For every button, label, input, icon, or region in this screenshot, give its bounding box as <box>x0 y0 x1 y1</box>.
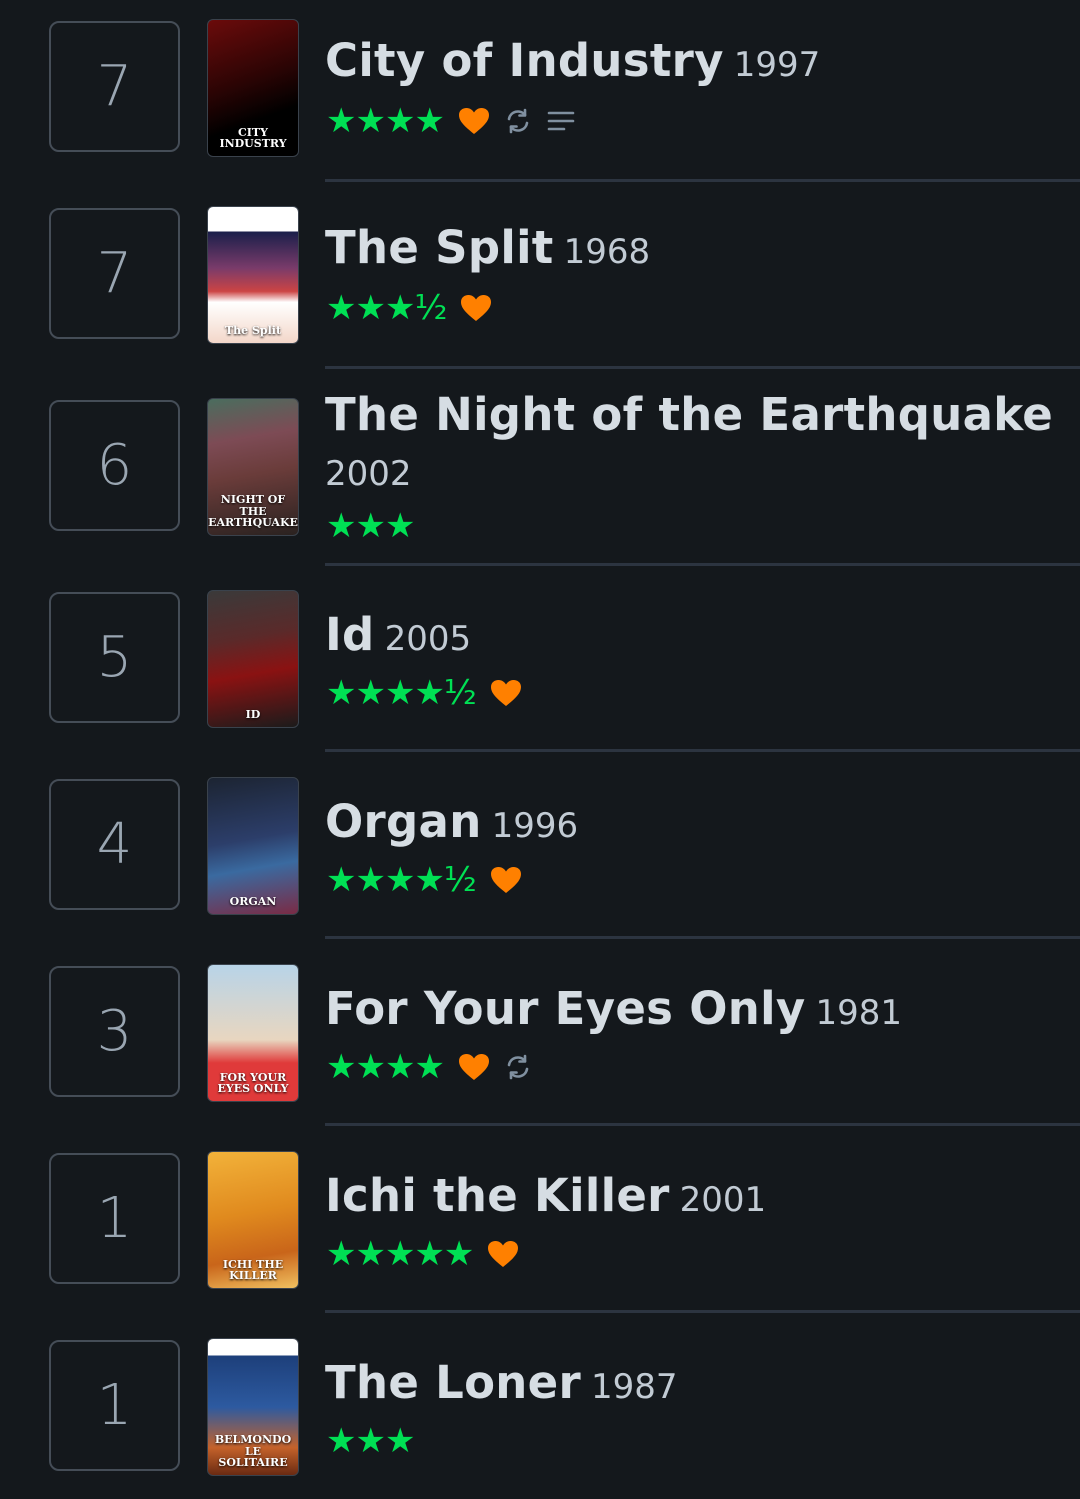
film-title[interactable]: Id <box>325 608 375 661</box>
rank-badge: 3 <box>49 966 180 1097</box>
poster-caption: The Split <box>224 324 282 338</box>
rating-row: ★★★★ <box>326 1050 532 1084</box>
rewatch-icon <box>504 107 532 135</box>
film-year: 1981 <box>815 993 902 1033</box>
film-year: 1997 <box>733 45 821 85</box>
rating-row: ★★★★ <box>326 104 576 138</box>
rating-row: ★★★★½ <box>326 676 522 710</box>
title-line: Ichi the Killer 2001 <box>325 1169 1060 1222</box>
film-year: 2002 <box>325 454 412 494</box>
film-title[interactable]: Ichi the Killer <box>325 1169 670 1222</box>
list-item[interactable]: 1 ICHI THE KILLER Ichi the Killer 2001 ★★★★★ <box>0 1125 1080 1313</box>
star-rating: ★★★★ <box>326 101 445 141</box>
film-poster[interactable]: ID <box>207 590 299 728</box>
film-poster[interactable]: The Split <box>207 206 299 344</box>
star-rating: ★★★ <box>326 1421 415 1461</box>
poster-caption: ICHI THE KILLER <box>222 1257 284 1283</box>
film-year: 2005 <box>384 619 472 659</box>
list-item[interactable]: 1 BELMONDO LE SOLITAIRE The Loner 1987 ★★★ <box>0 1312 1080 1499</box>
rewatch-icon <box>504 1053 532 1081</box>
film-year: 1996 <box>491 806 579 846</box>
title-line: The Night of the Earthquake <box>325 388 1060 441</box>
list-item[interactable]: 7 The Split The Split 1968 ★★★½ <box>0 187 1080 374</box>
star-rating: ★★★½ <box>326 288 447 328</box>
film-poster[interactable]: ICHI THE KILLER <box>207 1151 299 1289</box>
rating-row: ★★★★★ <box>326 1237 519 1271</box>
title-line: Organ 1996 <box>325 795 1060 848</box>
rank-badge: 4 <box>49 779 180 910</box>
title-line: Id 2005 <box>325 608 1060 661</box>
heart-icon <box>490 679 522 707</box>
list-item[interactable]: 5 ID Id 2005 ★★★★½ <box>0 564 1080 752</box>
film-poster[interactable]: ORGAN <box>207 777 299 915</box>
poster-caption: BELMONDO LE SOLITAIRE <box>214 1433 292 1470</box>
rank-badge: 1 <box>49 1153 180 1284</box>
list-item[interactable]: 6 NIGHT OF THE EARTHQUAKE The Night of the… <box>0 366 1080 566</box>
rating-row: ★★★ <box>326 506 415 546</box>
poster-caption: NIGHT OF THE EARTHQUAKE <box>208 493 298 530</box>
film-title[interactable]: City of Industry <box>325 34 724 87</box>
film-year: 2001 <box>679 1180 767 1220</box>
star-rating: ★★★★★ <box>326 1234 474 1274</box>
star-rating: ★★★★½ <box>326 860 477 900</box>
heart-icon <box>490 866 522 894</box>
rating-row: ★★★★½ <box>326 863 522 897</box>
rank-badge: 6 <box>49 400 180 531</box>
rating-row: ★★★½ <box>326 291 492 325</box>
rank-badge: 1 <box>49 1340 180 1471</box>
title-line: For Your Eyes Only 1981 <box>325 982 1060 1035</box>
film-year: 1987 <box>590 1367 678 1407</box>
rank-badge: 7 <box>49 208 180 339</box>
film-poster[interactable]: NIGHT OF THE EARTHQUAKE <box>207 398 299 536</box>
star-rating: ★★★★ <box>326 1047 445 1087</box>
film-poster[interactable]: BELMONDO LE SOLITAIRE <box>207 1338 299 1476</box>
poster-caption: ID <box>245 708 261 722</box>
rank-badge: 5 <box>49 592 180 723</box>
title-line: The Split 1968 <box>325 221 1060 274</box>
title-line: The Loner 1987 <box>325 1356 1060 1409</box>
film-poster[interactable]: FOR YOUR EYES ONLY <box>207 964 299 1102</box>
list-item[interactable]: 3 FOR YOUR EYES ONLY For Your Eyes Only 198… <box>0 938 1080 1126</box>
film-list: 7 CITY INDUSTRY City of Industry 1997 ★★★★ 7 T… <box>0 0 1080 1495</box>
heart-icon <box>458 1053 490 1081</box>
film-title[interactable]: The Split <box>325 221 554 274</box>
poster-caption: CITY INDUSTRY <box>219 125 287 151</box>
film-title[interactable]: The Night of the Earthquake <box>325 388 1053 441</box>
list-item[interactable]: 7 CITY INDUSTRY City of Industry 1997 ★★★★ <box>0 0 1080 187</box>
poster-caption: ORGAN <box>229 895 277 909</box>
poster-caption: FOR YOUR EYES ONLY <box>217 1070 289 1096</box>
star-rating: ★★★★½ <box>326 673 477 713</box>
star-rating: ★★★ <box>326 506 415 546</box>
film-poster[interactable]: CITY INDUSTRY <box>207 19 299 157</box>
film-title[interactable]: The Loner <box>325 1356 581 1409</box>
row-divider <box>325 179 1080 182</box>
film-title[interactable]: For Your Eyes Only <box>325 982 805 1035</box>
heart-icon <box>487 1240 519 1268</box>
film-year: 1968 <box>563 232 651 272</box>
rank-badge: 7 <box>49 21 180 152</box>
heart-icon <box>458 107 490 135</box>
list-item[interactable]: 4 ORGAN Organ 1996 ★★★★½ <box>0 751 1080 939</box>
review-lines-icon <box>546 109 576 133</box>
film-title[interactable]: Organ <box>325 795 482 848</box>
title-line: City of Industry 1997 <box>325 34 1060 87</box>
heart-icon <box>460 294 492 322</box>
rating-row: ★★★ <box>326 1421 415 1461</box>
